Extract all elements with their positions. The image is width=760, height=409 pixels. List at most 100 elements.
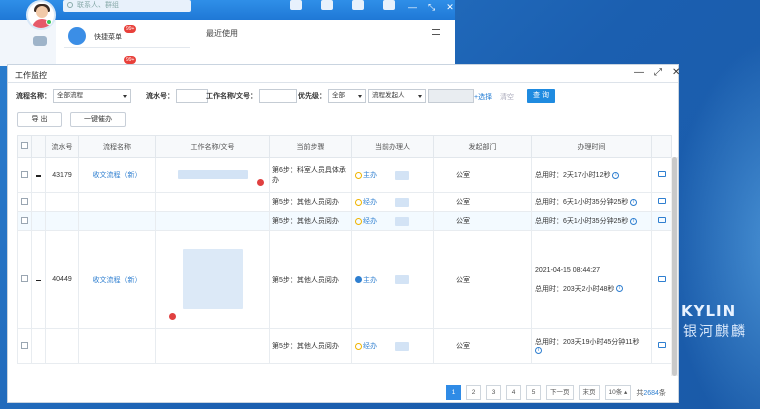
page-3-button[interactable]: 3	[486, 385, 501, 400]
step-cell[interactable]: 第6步：科室人员具体承办	[269, 157, 352, 193]
priority-label: 优先级：	[298, 93, 326, 100]
info-icon[interactable]: i	[630, 217, 638, 225]
work-name-filter: 工作名称/文号：	[206, 89, 297, 103]
initiator-input[interactable]	[428, 89, 474, 103]
serial-input[interactable]	[176, 89, 208, 103]
close-icon[interactable]: ✕	[672, 67, 680, 78]
table-row[interactable]: 第5步：其他人员阅办 经办 公室 总用时：6天1小时35分钟25秒 i	[17, 192, 672, 212]
home-icon[interactable]	[383, 0, 395, 10]
folder-icon[interactable]	[657, 275, 666, 282]
table-header-row: 流水号 流程名称 工作名称/文号 当前步骤 当前办理人 发起部门 办理时间	[17, 135, 672, 158]
step-cell[interactable]: 第5步：其他人员阅办	[269, 211, 352, 231]
close-icon[interactable]: ✕	[446, 2, 454, 13]
time-cell: 总用时：203天19小时45分钟11秒 i	[531, 328, 652, 364]
handler-status-icon	[355, 342, 362, 350]
page-4-button[interactable]: 4	[506, 385, 521, 400]
col-time[interactable]: 办理时间	[531, 135, 652, 158]
folder-icon[interactable]	[657, 217, 666, 223]
dialog-controls: — ⤢ ✕	[634, 67, 680, 78]
minimize-icon[interactable]: —	[408, 2, 417, 13]
row-checkbox[interactable]	[21, 197, 28, 205]
avatar[interactable]	[26, 0, 56, 30]
flow-name-link[interactable]: 收文流程（新）	[93, 172, 142, 179]
dept-cell: 公室	[433, 157, 532, 193]
serial-label: 流水号：	[146, 93, 174, 100]
info-icon[interactable]: i	[612, 171, 620, 179]
recent-used-title: 最近使用	[206, 29, 238, 38]
handler-cell: 经办	[351, 211, 434, 231]
step-cell[interactable]: 第5步：其他人员阅办	[269, 230, 352, 329]
priority-filter: 优先级： 全部 流程发起人	[298, 89, 474, 103]
work-name-input[interactable]	[258, 89, 297, 103]
serial-filter: 流水号：	[146, 89, 208, 103]
urge-all-button[interactable]: 一键催办	[70, 112, 126, 127]
scrollbar-thumb[interactable]	[672, 157, 677, 376]
online-status-icon	[46, 19, 52, 25]
restore-icon[interactable]: ⤡	[428, 2, 435, 13]
query-button[interactable]: 查 询	[527, 89, 555, 103]
priority-select[interactable]: 全部	[328, 89, 366, 103]
info-icon[interactable]: i	[616, 285, 624, 293]
total-count: 共2684条	[636, 389, 666, 397]
chevron-down-icon	[358, 95, 362, 98]
table-row[interactable]: 第5步：其他人员阅办 经办 公室 总用时：203天19小时45分钟11秒 i	[17, 328, 672, 364]
handler-cell: 经办	[351, 328, 434, 364]
handler-status-icon	[355, 217, 362, 225]
chevron-down-icon	[418, 95, 422, 98]
last-page-button[interactable]: 末页	[578, 385, 600, 400]
next-page-button[interactable]: 下一页	[546, 385, 574, 400]
maximize-icon[interactable]: ⤢	[654, 67, 662, 78]
step-cell[interactable]: 第5步：其他人员阅办	[269, 328, 352, 364]
col-current-step[interactable]: 当前步骤	[269, 135, 352, 158]
table-row[interactable]: 43179 收文流程（新） 第6步：科室人员具体承办 主办 公室 总用时：2天1…	[17, 157, 672, 193]
export-button[interactable]: 导 出	[17, 112, 62, 127]
minimize-icon[interactable]: —	[634, 67, 644, 78]
notice-icon[interactable]	[321, 0, 333, 10]
message-icon[interactable]	[290, 0, 302, 10]
col-dept[interactable]: 发起部门	[433, 135, 532, 158]
folder-icon[interactable]	[657, 342, 666, 348]
contact-search-input[interactable]: 联系人、群组	[63, 0, 191, 12]
page-5-button[interactable]: 5	[526, 385, 541, 400]
clear-link[interactable]: 清空	[500, 92, 514, 102]
search-icon	[67, 2, 73, 8]
table-scrollbar[interactable]	[671, 157, 678, 376]
row-checkbox[interactable]	[21, 170, 28, 178]
col-current-handler[interactable]: 当前办理人	[351, 135, 434, 158]
handler-cell: 经办	[351, 192, 434, 212]
col-flow-name[interactable]: 流程名称	[78, 135, 156, 158]
initiator-select[interactable]: 流程发起人	[368, 89, 426, 103]
dept-cell: 公室	[433, 328, 532, 364]
work-table: 流水号 流程名称 工作名称/文号 当前步骤 当前办理人 发起部门 办理时间 43…	[17, 135, 672, 364]
folder-icon[interactable]	[657, 198, 666, 204]
flow-name-select[interactable]: 全部流程	[53, 89, 131, 103]
row-checkbox[interactable]	[21, 216, 28, 224]
page-2-button[interactable]: 2	[466, 385, 481, 400]
serial-cell: 43179	[45, 157, 79, 193]
row-checkbox[interactable]	[21, 341, 28, 349]
work-monitor-dialog: 工作监控 — ⤢ ✕ 流程名称： 全部流程 流水号： 工作名称/文号： 优先级：…	[7, 64, 680, 403]
row-checkbox[interactable]	[21, 275, 28, 282]
quick-menu-icon	[68, 27, 86, 45]
info-icon[interactable]: i	[630, 198, 638, 206]
page-size-select[interactable]: 10条 ▴	[604, 385, 632, 400]
step-cell[interactable]: 第5步：其他人员阅办	[269, 192, 352, 212]
select-all-checkbox[interactable]	[21, 142, 28, 149]
info-icon[interactable]: i	[535, 347, 542, 355]
collapse-icon[interactable]	[36, 279, 41, 281]
chat-icon[interactable]	[33, 36, 47, 46]
redacted-work-name	[182, 248, 243, 309]
flow-name-link[interactable]: 收文流程（新）	[93, 277, 142, 284]
background-window-controls: — ⤡ ✕	[408, 2, 454, 13]
page-1-button[interactable]: 1	[446, 385, 461, 400]
table-row[interactable]: 40449 收文流程（新） 第5步：其他人员阅办 主办 公室 2021-04-1…	[17, 230, 672, 329]
pagination: 1 2 3 4 5 下一页 末页 10条 ▴ 共2684条	[446, 385, 666, 400]
table-row[interactable]: 第5步：其他人员阅办 经办 公室 总用时：6天1小时35分钟25秒 i	[17, 211, 672, 231]
pick-link[interactable]: +选择	[474, 92, 492, 102]
collapse-icon[interactable]	[36, 175, 41, 177]
folder-icon[interactable]	[657, 171, 666, 177]
cloud-icon[interactable]	[352, 0, 364, 10]
list-menu-icon[interactable]	[432, 29, 440, 35]
col-serial[interactable]: 流水号	[45, 135, 79, 158]
col-work-name[interactable]: 工作名称/文号	[155, 135, 270, 158]
